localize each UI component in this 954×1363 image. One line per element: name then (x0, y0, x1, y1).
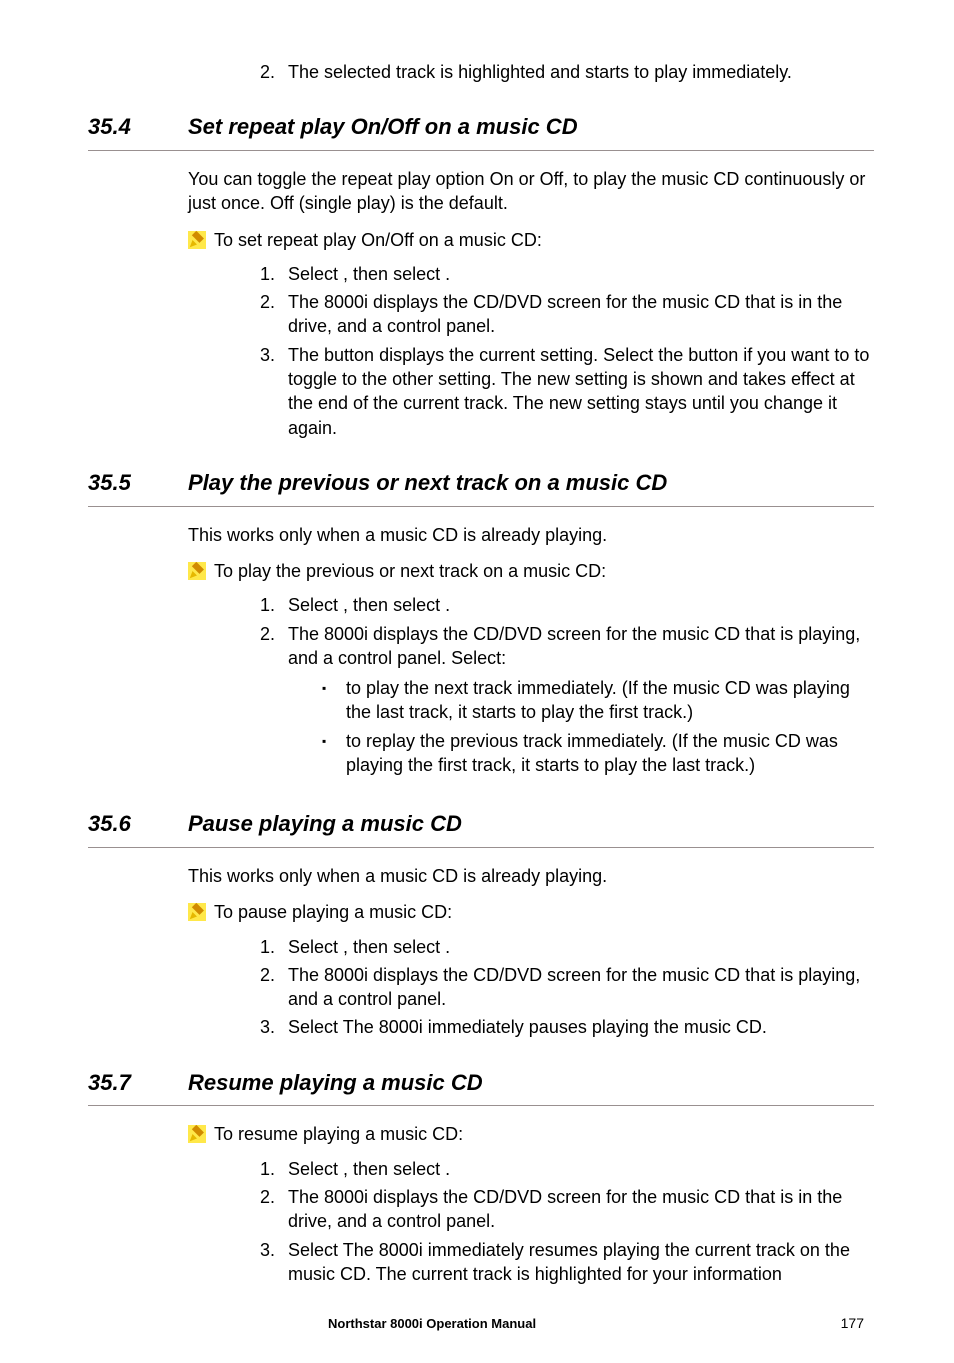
section-heading-35-4: 35.4 Set repeat play On/Off on a music C… (88, 112, 874, 142)
section-divider (88, 506, 874, 507)
step-text: The 8000i displays the CD/DVD screen for… (288, 1185, 874, 1234)
footer-title: Northstar 8000i Operation Manual (328, 1315, 536, 1333)
bullet-text: to play the next track immediately. (If … (346, 676, 874, 725)
section-356-steps: 1.Select , then select . 2.The 8000i dis… (260, 935, 874, 1040)
task-text: To resume playing a music CD: (214, 1122, 463, 1146)
section-357-steps: 1.Select , then select . 2.The 8000i dis… (260, 1157, 874, 1286)
intro-step-list: 2. The selected track is highlighted and… (260, 60, 874, 84)
section-intro: This works only when a music CD is alrea… (188, 523, 874, 547)
list-item: 3.The button displays the current settin… (260, 343, 874, 440)
step-number: 1. (260, 262, 288, 286)
list-item: 3.Select The 8000i immediately resumes p… (260, 1238, 874, 1287)
section-355-steps: 1.Select , then select . 2. The 8000i di… (260, 593, 874, 781)
list-item: ▪ to play the next track immediately. (I… (322, 676, 874, 725)
footer-page-number: 177 (841, 1314, 864, 1333)
pencil-icon (188, 231, 206, 249)
step-number: 3. (260, 1015, 288, 1039)
list-item: 2.The 8000i displays the CD/DVD screen f… (260, 1185, 874, 1234)
section-number: 35.5 (88, 468, 188, 498)
list-item: ▪ to replay the previous track immediate… (322, 729, 874, 778)
section-354-steps: 1.Select , then select . 2.The 8000i dis… (260, 262, 874, 440)
step-text-content: The 8000i displays the CD/DVD screen for… (288, 624, 860, 668)
step-text: The 8000i displays the CD/DVD screen for… (288, 290, 874, 339)
step-number: 1. (260, 935, 288, 959)
section-title: Pause playing a music CD (188, 809, 462, 839)
task-row: To resume playing a music CD: (188, 1122, 874, 1146)
section-number: 35.6 (88, 809, 188, 839)
task-row: To play the previous or next track on a … (188, 559, 874, 583)
section-title: Play the previous or next track on a mus… (188, 468, 667, 498)
step-text: The selected track is highlighted and st… (288, 60, 874, 84)
section-intro: You can toggle the repeat play option On… (188, 167, 874, 216)
list-item: 2. The selected track is highlighted and… (260, 60, 874, 84)
section-heading-35-5: 35.5 Play the previous or next track on … (88, 468, 874, 498)
step-number: 3. (260, 1238, 288, 1287)
list-item: 1.Select , then select . (260, 1157, 874, 1181)
step-text: Select , then select . (288, 935, 874, 959)
sub-bullet-list: ▪ to play the next track immediately. (I… (288, 676, 874, 777)
page-footer: Northstar 8000i Operation Manual 177 (88, 1314, 874, 1333)
step-number: 1. (260, 1157, 288, 1181)
pencil-icon (188, 903, 206, 921)
section-title: Set repeat play On/Off on a music CD (188, 112, 578, 142)
section-intro: This works only when a music CD is alrea… (188, 864, 874, 888)
list-item: 1.Select , then select . (260, 935, 874, 959)
section-divider (88, 847, 874, 848)
step-text: Select The 8000i immediately pauses play… (288, 1015, 874, 1039)
section-title: Resume playing a music CD (188, 1068, 483, 1098)
step-number: 2. (260, 622, 288, 782)
step-text: Select , then select . (288, 593, 874, 617)
task-text: To play the previous or next track on a … (214, 559, 606, 583)
step-text: The 8000i displays the CD/DVD screen for… (288, 622, 874, 782)
list-item: 1.Select , then select . (260, 262, 874, 286)
section-divider (88, 150, 874, 151)
step-text: The button displays the current setting.… (288, 343, 874, 440)
section-divider (88, 1105, 874, 1106)
bullet-icon: ▪ (322, 729, 346, 778)
list-item: 1.Select , then select . (260, 593, 874, 617)
task-text: To set repeat play On/Off on a music CD: (214, 228, 542, 252)
section-number: 35.7 (88, 1068, 188, 1098)
task-row: To pause playing a music CD: (188, 900, 874, 924)
step-number: 2. (260, 290, 288, 339)
step-number: 2. (260, 1185, 288, 1234)
step-number: 2. (260, 60, 288, 84)
list-item: 3.Select The 8000i immediately pauses pl… (260, 1015, 874, 1039)
step-text: The 8000i displays the CD/DVD screen for… (288, 963, 874, 1012)
pencil-icon (188, 562, 206, 580)
pencil-icon (188, 1125, 206, 1143)
section-number: 35.4 (88, 112, 188, 142)
section-heading-35-6: 35.6 Pause playing a music CD (88, 809, 874, 839)
step-number: 1. (260, 593, 288, 617)
bullet-text: to replay the previous track immediately… (346, 729, 874, 778)
list-item: 2. The 8000i displays the CD/DVD screen … (260, 622, 874, 782)
section-heading-35-7: 35.7 Resume playing a music CD (88, 1068, 874, 1098)
list-item: 2.The 8000i displays the CD/DVD screen f… (260, 290, 874, 339)
list-item: 2.The 8000i displays the CD/DVD screen f… (260, 963, 874, 1012)
step-number: 2. (260, 963, 288, 1012)
task-row: To set repeat play On/Off on a music CD: (188, 228, 874, 252)
step-text: Select , then select . (288, 1157, 874, 1181)
step-number: 3. (260, 343, 288, 440)
bullet-icon: ▪ (322, 676, 346, 725)
step-text: Select The 8000i immediately resumes pla… (288, 1238, 874, 1287)
task-text: To pause playing a music CD: (214, 900, 452, 924)
step-text: Select , then select . (288, 262, 874, 286)
